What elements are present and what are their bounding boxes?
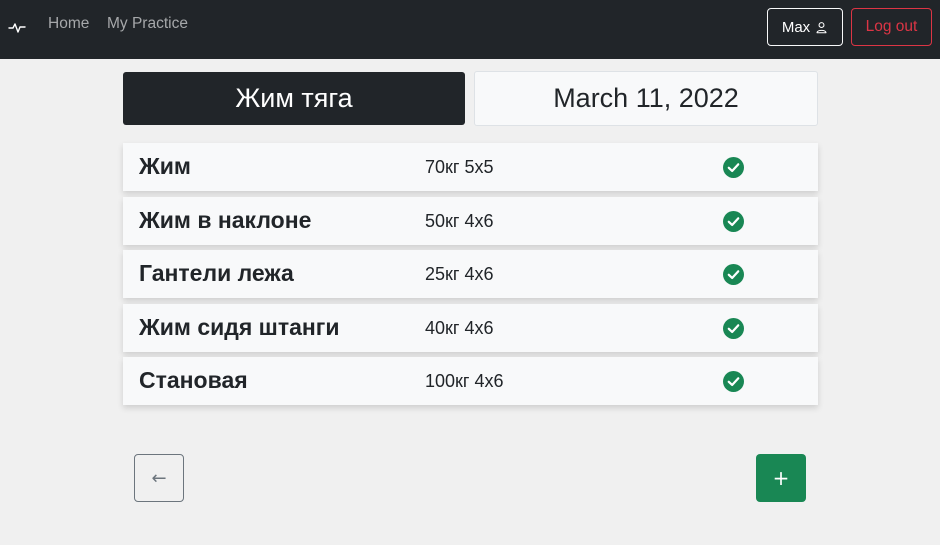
check-circle-icon[interactable] <box>723 210 744 232</box>
exercise-weight-sets: 100кг 4x6 <box>425 371 504 392</box>
exercise-name: Гантели лежа <box>139 260 294 287</box>
user-name-label: Max <box>781 18 811 36</box>
logout-button[interactable]: Log out <box>851 8 932 46</box>
plus-icon: + <box>772 466 790 490</box>
nav-my-practice-link[interactable]: My Practice <box>107 15 188 33</box>
exercise-list: Жим 70кг 5x5 Жим в наклоне 50кг 4x6 Гант… <box>123 143 818 411</box>
exercise-row[interactable]: Гантели лежа 25кг 4x6 <box>123 250 818 299</box>
exercise-row[interactable]: Жим в наклоне 50кг 4x6 <box>123 196 818 245</box>
exercise-weight-sets: 25кг 4x6 <box>425 264 494 285</box>
exercise-row[interactable]: Жим 70кг 5x5 <box>123 143 818 191</box>
exercise-weight-sets: 70кг 5x5 <box>425 157 494 177</box>
exercise-weight-sets: 40кг 4x6 <box>425 317 494 338</box>
exercise-row[interactable]: Жим сидя штанги 40кг 4x6 <box>123 303 818 352</box>
activity-pulse-icon[interactable] <box>8 18 26 36</box>
check-circle-icon[interactable] <box>723 317 744 339</box>
person-icon <box>816 21 827 33</box>
check-circle-icon[interactable] <box>723 371 744 393</box>
workout-title: Жим тяга <box>123 72 465 125</box>
top-navbar: Home My Practice Max Log out <box>0 0 940 59</box>
arrow-left-icon: ← <box>151 467 167 489</box>
user-profile-button[interactable]: Max <box>767 8 843 46</box>
exercise-name: Жим в наклоне <box>139 206 312 233</box>
nav-home-link[interactable]: Home <box>48 15 89 33</box>
add-exercise-button[interactable]: + <box>756 454 806 502</box>
back-button[interactable]: ← <box>134 454 184 502</box>
exercise-name: Становая <box>139 367 248 394</box>
check-circle-icon[interactable] <box>723 264 744 286</box>
exercise-row[interactable]: Становая 100кг 4x6 <box>123 357 818 406</box>
check-circle-icon[interactable] <box>723 157 744 178</box>
workout-date: March 11, 2022 <box>474 71 818 126</box>
exercise-name: Жим сидя штанги <box>139 313 340 340</box>
exercise-weight-sets: 50кг 4x6 <box>425 210 494 231</box>
exercise-name: Жим <box>139 153 191 179</box>
